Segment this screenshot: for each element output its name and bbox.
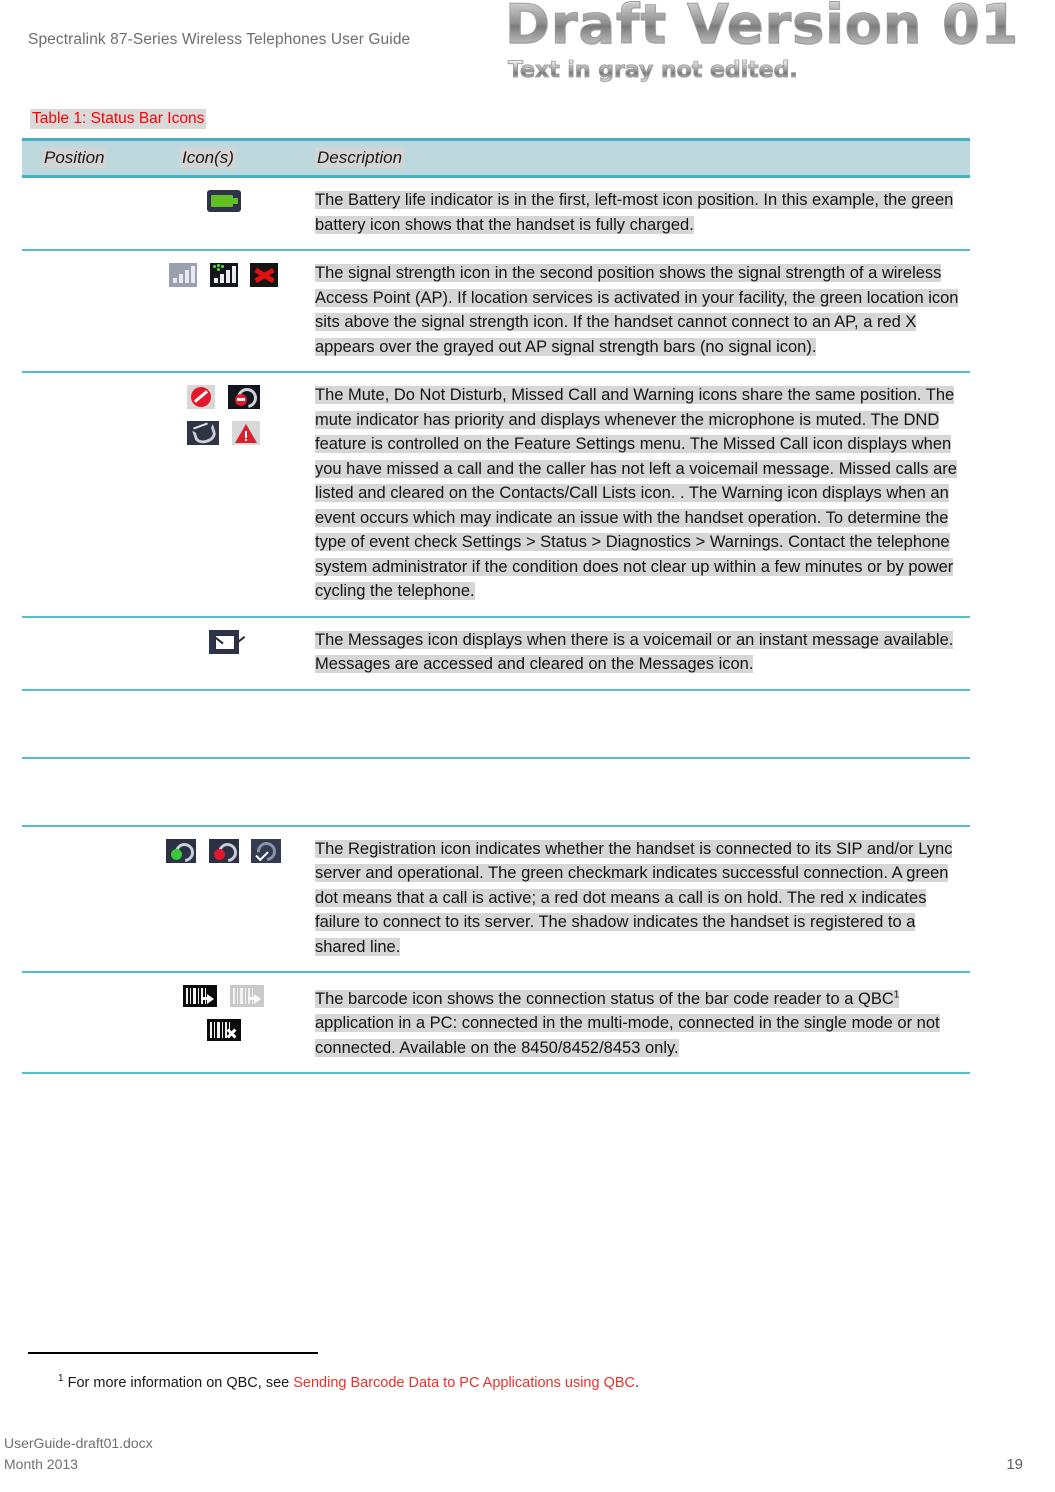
registration-active-call-icon [166, 838, 198, 866]
missed-call-icon [187, 421, 220, 447]
footnote-separator-rule [28, 1352, 318, 1354]
cell-icons [146, 825, 301, 973]
icon-group [146, 629, 301, 654]
table-row: The signal strength icon in the second p… [22, 250, 970, 373]
cell-position [22, 250, 146, 373]
column-header-icons: Icon(s) [146, 138, 301, 178]
cell-description: The Messages icon displays when there is… [301, 616, 970, 691]
cell-icons [146, 176, 301, 251]
cell-position [22, 757, 146, 827]
cell-position [22, 616, 146, 691]
messages-envelope-icon [208, 629, 245, 654]
table-body: The Battery life indicator is in the fir… [22, 176, 970, 1074]
signal-strength-gray-icon [169, 263, 198, 287]
column-header-icons-label: Icon(s) [180, 148, 236, 168]
cell-icons [146, 616, 301, 691]
watermark-main-text: Draft Version 01 [505, 0, 1055, 54]
description-text: The Mute, Do Not Disturb, Missed Call an… [315, 386, 957, 600]
icon-group-lower [146, 1019, 301, 1041]
description-text: The Battery life indicator is in the fir… [315, 191, 954, 234]
icon-group-upper [146, 985, 301, 1007]
description-text-pre: The barcode icon shows the connection st… [315, 989, 894, 1008]
watermark-sub-text: Text in gray not edited. [508, 58, 1055, 84]
cell-position [22, 689, 146, 759]
location-dots-icon [212, 264, 225, 274]
footer-date: Month 2013 [4, 1456, 78, 1472]
table-row: The Registration icon indicates whether … [22, 825, 970, 973]
table-row: The Mute, Do Not Disturb, Missed Call an… [22, 372, 970, 618]
description-text: The signal strength icon in the second p… [315, 264, 959, 356]
icon-group [146, 263, 301, 287]
table-header-row: Position Icon(s) Description [22, 138, 970, 178]
footnote-text-before: For more information on QBC, see [63, 1374, 294, 1391]
cell-icons [146, 372, 301, 618]
icon-group-upper [146, 384, 301, 412]
cell-icons [146, 757, 301, 827]
footer-file-name: UserGuide-draft01.docx [4, 1435, 153, 1451]
footnote-link[interactable]: Sending Barcode Data to PC Applications … [293, 1375, 635, 1391]
registration-held-call-icon [208, 838, 241, 866]
page-header: Spectralink 87-Series Wireless Telephone… [0, 0, 1055, 100]
page-footer: UserGuide-draft01.docx Month 2013 19 [0, 1435, 1055, 1492]
table-row-empty [22, 757, 970, 827]
registration-shared-line-icon [250, 837, 281, 865]
table-row: The Messages icon displays when there is… [22, 616, 970, 691]
cell-icons [146, 972, 301, 1074]
cell-position [22, 972, 146, 1074]
barcode-not-connected-icon [206, 1019, 241, 1041]
draft-watermark: Draft Version 01 Text in gray not edited… [505, 0, 1055, 84]
barcode-multi-mode-icon [183, 985, 218, 1007]
icon-group [146, 190, 301, 212]
cell-description: The Registration icon indicates whether … [301, 825, 970, 973]
table-row-empty [22, 689, 970, 759]
cell-description: The barcode icon shows the connection st… [301, 972, 970, 1074]
cell-description [301, 757, 970, 827]
document-title: Spectralink 87-Series Wireless Telephone… [28, 31, 411, 48]
icon-group-lower [146, 421, 301, 447]
cell-description: The Battery life indicator is in the fir… [301, 176, 970, 251]
icon-group [146, 837, 301, 866]
column-header-position: Position [22, 138, 146, 178]
cell-description: The Mute, Do Not Disturb, Missed Call an… [301, 372, 970, 618]
description-text: The Registration icon indicates whether … [315, 839, 953, 956]
table-row: The barcode icon shows the connection st… [22, 972, 970, 1074]
footnote: 1 For more information on QBC, see Sendi… [58, 1373, 639, 1391]
cell-icons [146, 689, 301, 759]
cell-icons [146, 250, 301, 373]
status-bar-icons-table: Position Icon(s) Description The Battery… [22, 138, 970, 1074]
signal-strength-location-icon [209, 263, 238, 287]
warning-icon [231, 421, 260, 445]
table-row: The Battery life indicator is in the fir… [22, 176, 970, 251]
cell-position [22, 825, 146, 973]
cell-position [22, 176, 146, 251]
cell-position [22, 372, 146, 618]
footnote-text-after: . [635, 1374, 640, 1391]
column-header-description: Description [301, 138, 970, 178]
footer-page-number: 19 [1006, 1456, 1023, 1473]
footnote-reference-marker: 1 [893, 989, 900, 1000]
table-caption: Table 1: Status Bar Icons [30, 109, 207, 129]
cell-description: The signal strength icon in the second p… [301, 250, 970, 373]
battery-full-icon [206, 190, 241, 212]
mute-icon [187, 385, 216, 409]
table-header: Position Icon(s) Description [22, 138, 970, 178]
column-header-position-label: Position [42, 148, 107, 168]
description-text-post: application in a PC: connected in the mu… [315, 1014, 940, 1057]
barcode-single-mode-icon [229, 985, 264, 1007]
description-text: The barcode icon shows the connection st… [315, 983, 960, 1060]
do-not-disturb-icon [227, 384, 261, 412]
column-header-description-label: Description [315, 148, 405, 168]
cell-description [301, 689, 970, 759]
description-text: The Messages icon displays when there is… [315, 630, 954, 673]
no-signal-red-x-icon [249, 263, 278, 287]
